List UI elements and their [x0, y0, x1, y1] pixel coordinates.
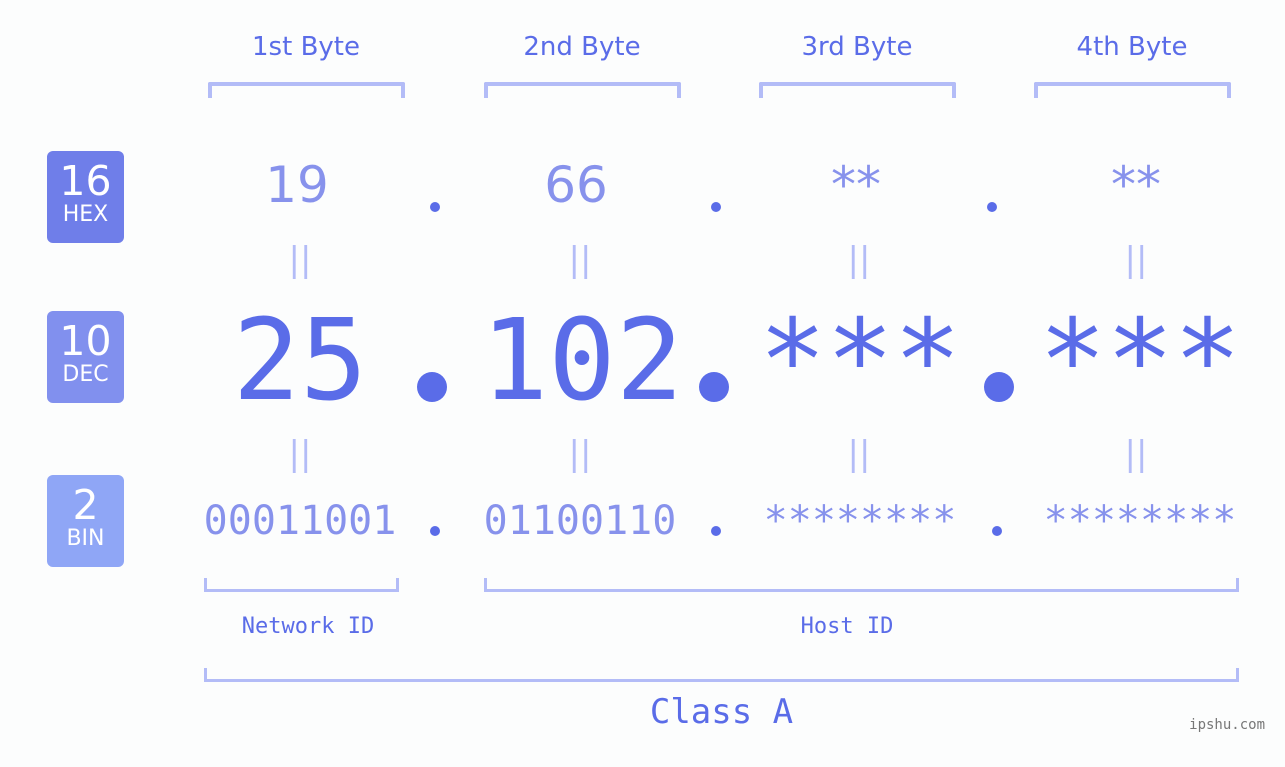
bin-byte-2: 01100110 [483, 498, 677, 544]
hex-byte-4: ** [1111, 156, 1161, 214]
bin-label: BIN [66, 526, 105, 551]
dec-badge: 10 DEC [47, 311, 124, 403]
byte-bracket-2 [484, 82, 681, 98]
host-id-bracket [484, 578, 1239, 592]
hex-base: 16 [59, 157, 112, 205]
equals-sign: || [1124, 434, 1148, 474]
dec-byte-4: *** [1038, 296, 1242, 426]
equals-sign: || [847, 434, 871, 474]
hex-byte-3: ** [831, 156, 881, 214]
byte-header-1: 1st Byte [252, 32, 360, 62]
hex-badge: 16 HEX [47, 151, 124, 243]
bin-byte-4: ******** [1043, 498, 1237, 544]
byte-bracket-3 [759, 82, 956, 98]
class-label: Class A [649, 692, 794, 732]
bin-base: 2 [72, 481, 99, 529]
equals-sign: || [1124, 240, 1148, 280]
dec-dot-3 [984, 372, 1014, 402]
dec-label: DEC [62, 362, 109, 387]
bin-byte-1: 00011001 [203, 498, 397, 544]
hex-dot-1 [430, 202, 440, 212]
watermark: ipshu.com [1189, 717, 1265, 733]
network-id-bracket [204, 578, 399, 592]
equals-sign: || [568, 240, 592, 280]
dec-dot-2 [699, 372, 729, 402]
equals-sign: || [288, 434, 312, 474]
byte-bracket-4 [1034, 82, 1231, 98]
host-id-label: Host ID [800, 614, 894, 639]
byte-header-4: 4th Byte [1076, 32, 1188, 62]
dec-byte-2: 102 [480, 296, 684, 426]
hex-byte-1: 19 [265, 156, 329, 214]
bin-dot-3 [992, 526, 1002, 536]
equals-sign: || [288, 240, 312, 280]
bin-badge: 2 BIN [47, 475, 124, 567]
byte-header-2: 2nd Byte [523, 32, 641, 62]
dec-base: 10 [59, 317, 112, 365]
bin-dot-1 [430, 526, 440, 536]
hex-dot-3 [987, 202, 997, 212]
dec-byte-3: *** [758, 296, 962, 426]
equals-sign: || [847, 240, 871, 280]
byte-bracket-1 [208, 82, 405, 98]
bin-dot-2 [711, 526, 721, 536]
equals-sign: || [568, 434, 592, 474]
hex-dot-2 [711, 202, 721, 212]
byte-header-3: 3rd Byte [801, 32, 913, 62]
dec-byte-1: 25 [232, 296, 368, 426]
class-bracket [204, 668, 1239, 682]
hex-byte-2: 66 [544, 156, 608, 214]
dec-dot-1 [417, 372, 447, 402]
network-id-label: Network ID [241, 614, 375, 639]
hex-label: HEX [62, 202, 109, 227]
bin-byte-3: ******** [763, 498, 957, 544]
